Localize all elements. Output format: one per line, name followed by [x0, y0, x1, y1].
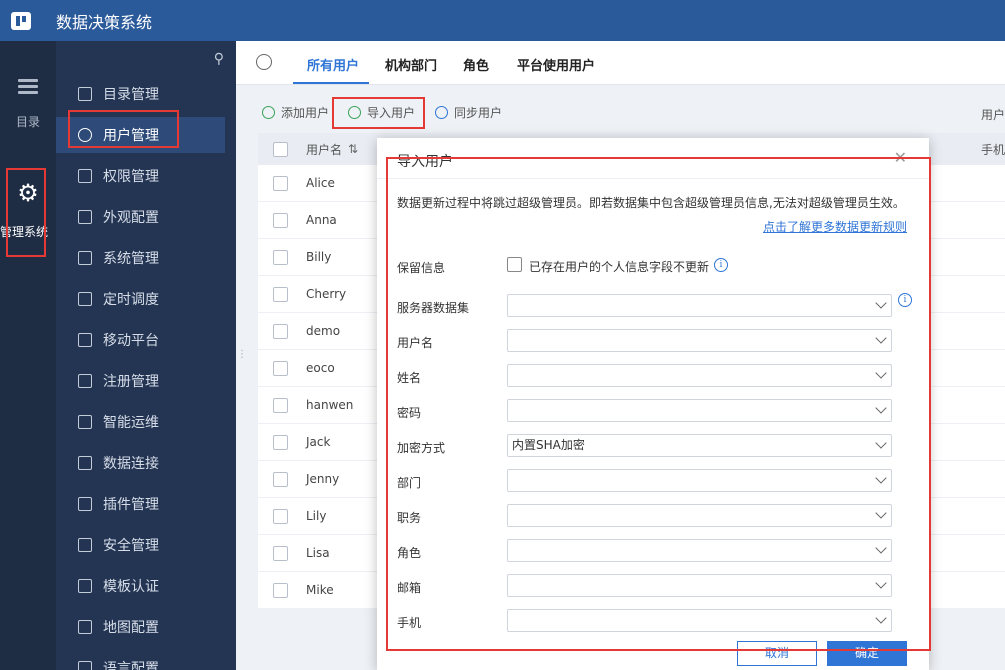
- row-username: Jack: [306, 435, 331, 449]
- sidebar-item-appearance[interactable]: 外观配置: [56, 199, 225, 235]
- pin-icon[interactable]: ⚲: [214, 51, 224, 67]
- sync-user-icon: [435, 106, 448, 119]
- rail-item-directory[interactable]: 目录: [0, 79, 56, 130]
- lock-icon: [78, 169, 92, 183]
- toolbar-right-text: 用户: [980, 108, 1005, 122]
- logo-icon: [11, 11, 31, 30]
- sidebar-item-label: 地图配置: [103, 620, 159, 636]
- row-checkbox[interactable]: [273, 434, 288, 450]
- highlight-box: [332, 97, 425, 129]
- shield-icon: [78, 538, 92, 552]
- add-user-button[interactable]: 添加用户: [262, 104, 329, 121]
- row-checkbox[interactable]: [273, 397, 288, 413]
- row-username: hanwen: [306, 398, 354, 412]
- sidebar-item-mobile[interactable]: 移动平台: [56, 322, 225, 358]
- sidebar-item-security[interactable]: 安全管理: [56, 527, 225, 563]
- sidebar-item-system[interactable]: 系统管理: [56, 240, 225, 276]
- clock-icon: [78, 292, 92, 306]
- highlight-box: [386, 157, 931, 651]
- sidebar-item-language[interactable]: 语言配置: [56, 650, 225, 670]
- brush-icon: [78, 210, 92, 224]
- drag-handle-icon[interactable]: ⋮: [237, 349, 247, 360]
- row-checkbox[interactable]: [273, 175, 288, 191]
- globe-icon: [78, 661, 92, 670]
- row-username: demo: [306, 324, 341, 338]
- sidebar-item-ops[interactable]: 智能运维: [56, 404, 225, 440]
- sidebar-item-template-auth[interactable]: 模板认证: [56, 568, 225, 604]
- row-username: Lily: [306, 509, 327, 523]
- rail-item-label: 目录: [15, 115, 40, 129]
- plugin-icon: [78, 497, 92, 511]
- tab-underline: [293, 82, 369, 84]
- row-username: Mike: [306, 583, 334, 597]
- network-icon: [78, 415, 92, 429]
- add-user-icon: [262, 106, 275, 119]
- top-bar: 数据决策系统: [0, 0, 1005, 41]
- app-title: 数据决策系统: [56, 12, 153, 32]
- sidebar-item-label: 插件管理: [103, 497, 159, 513]
- sidebar-item-label: 安全管理: [103, 538, 159, 554]
- sort-icon[interactable]: ⇅: [348, 142, 358, 156]
- sidebar-item-label: 模板认证: [103, 579, 159, 595]
- row-username: Alice: [306, 176, 335, 190]
- row-username: Lisa: [306, 546, 330, 560]
- row-checkbox[interactable]: [273, 212, 288, 228]
- row-checkbox[interactable]: [273, 508, 288, 524]
- row-checkbox[interactable]: [273, 471, 288, 487]
- list-icon: [18, 79, 38, 95]
- row-username: Billy: [306, 250, 332, 264]
- gear-icon: [78, 251, 92, 265]
- sidebar-item-label: 定时调度: [103, 292, 159, 308]
- sidebar-item-label: 语言配置: [103, 661, 159, 670]
- row-checkbox[interactable]: [273, 360, 288, 376]
- row-checkbox[interactable]: [273, 582, 288, 598]
- column-username[interactable]: 用户名: [306, 141, 342, 158]
- settings-icon[interactable]: [256, 54, 272, 70]
- row-checkbox[interactable]: [273, 545, 288, 561]
- row-username: Cherry: [306, 287, 347, 301]
- tab-all-users[interactable]: 所有用户: [307, 55, 359, 74]
- sidebar-item-label: 数据连接: [103, 456, 159, 472]
- left-rail: 目录 ⚙ 管理系统: [0, 41, 56, 670]
- sidebar-item-label: 外观配置: [103, 210, 159, 226]
- sidebar-item-label: 系统管理: [103, 251, 159, 267]
- row-checkbox[interactable]: [273, 323, 288, 339]
- highlight-box: [68, 110, 179, 148]
- sidebar-item-data-connection[interactable]: 数据连接: [56, 445, 225, 481]
- row-username: Anna: [306, 213, 337, 227]
- tab-departments[interactable]: 机构部门: [385, 55, 437, 74]
- mobile-icon: [78, 333, 92, 347]
- tab-roles[interactable]: 角色: [463, 55, 489, 74]
- tab-bar: 所有用户 机构部门 角色 平台使用用户: [236, 41, 1005, 85]
- sidebar-item-permissions[interactable]: 权限管理: [56, 158, 225, 194]
- sidebar-item-label: 智能运维: [103, 415, 159, 431]
- row-checkbox[interactable]: [273, 286, 288, 302]
- register-icon: [78, 374, 92, 388]
- row-username: eoco: [306, 361, 335, 375]
- sidebar-item-label: 移动平台: [103, 333, 159, 349]
- sidebar-item-plugins[interactable]: 插件管理: [56, 486, 225, 522]
- tab-platform-users[interactable]: 平台使用用户: [517, 55, 595, 74]
- catalog-icon: [78, 87, 92, 101]
- select-all-checkbox[interactable]: [273, 141, 288, 157]
- sidebar-item-label: 目录管理: [103, 87, 159, 103]
- sync-user-button[interactable]: 同步用户: [435, 104, 502, 121]
- sidebar-item-schedule[interactable]: 定时调度: [56, 281, 225, 317]
- map-icon: [78, 620, 92, 634]
- column-phone: 手机: [980, 142, 1005, 157]
- sidebar-item-label: 注册管理: [103, 374, 159, 390]
- sidebar-item-catalog[interactable]: 目录管理: [56, 76, 225, 112]
- template-icon: [78, 579, 92, 593]
- sidebar-item-map[interactable]: 地图配置: [56, 609, 225, 645]
- highlight-box: [6, 168, 46, 257]
- link-icon: [78, 456, 92, 470]
- sidebar-menu: ⚲ 目录管理 用户管理 权限管理 外观配置 系统管理 定时调度 移动平台 注册管…: [56, 41, 236, 670]
- sidebar-item-register[interactable]: 注册管理: [56, 363, 225, 399]
- row-checkbox[interactable]: [273, 249, 288, 265]
- sidebar-item-label: 权限管理: [103, 169, 159, 185]
- row-username: Jenny: [306, 472, 340, 486]
